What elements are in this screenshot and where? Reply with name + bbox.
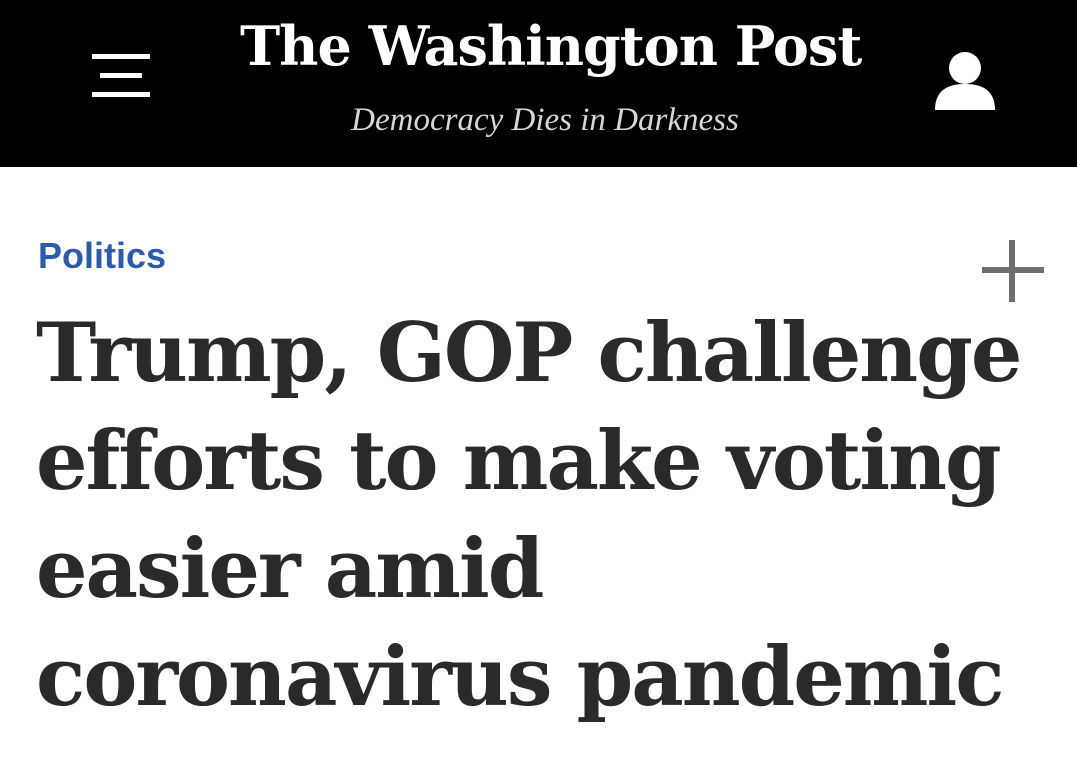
brand-logo[interactable]: The Washington Post [240, 6, 862, 86]
section-link-politics[interactable]: Politics [38, 232, 166, 280]
headline: Trump, GOP challenge efforts to make vot… [36, 306, 1022, 725]
user-icon [935, 52, 995, 110]
account-button[interactable] [930, 48, 1000, 112]
tagline: Democracy Dies in Darkness [351, 102, 739, 138]
add-button[interactable] [980, 238, 1046, 304]
menu-button[interactable] [88, 50, 154, 102]
masthead: The Washington Post Democracy Dies in Da… [0, 0, 1077, 167]
